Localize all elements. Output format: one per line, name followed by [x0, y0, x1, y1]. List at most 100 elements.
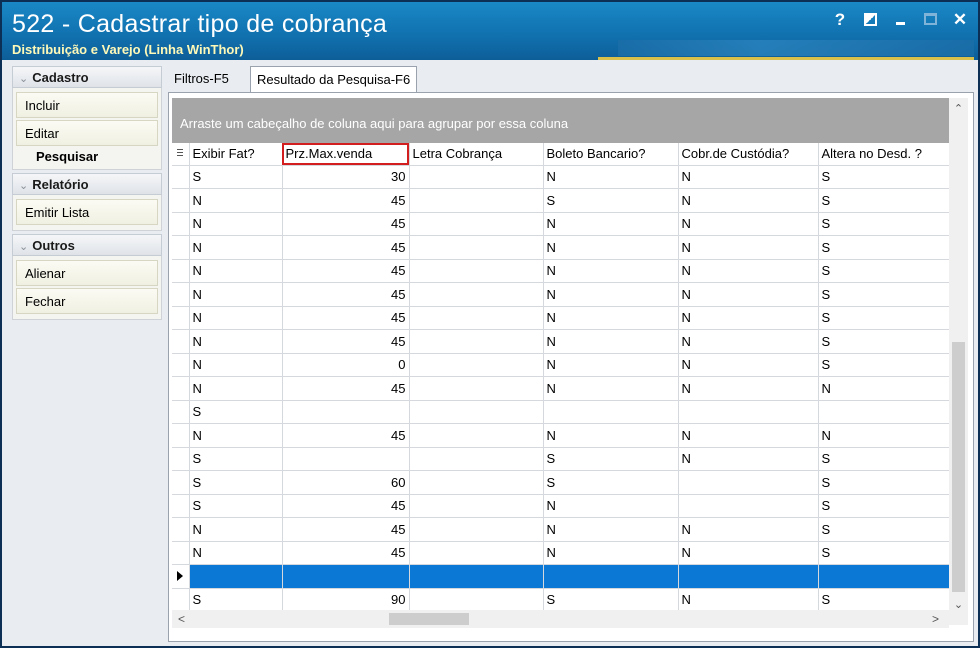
cell-boleto-bancario[interactable]: N [543, 517, 679, 542]
cell-prz-max-venda[interactable]: 0 [282, 353, 410, 377]
column-header-letra-cobranca[interactable]: Letra Cobrança [409, 143, 544, 166]
table-row[interactable]: SSNS [172, 447, 949, 471]
cell-letra-cobranca[interactable] [409, 353, 544, 377]
cell-boleto-bancario[interactable]: N [543, 259, 679, 283]
cell-prz-max-venda[interactable] [282, 564, 410, 589]
cell-exibir-fat[interactable]: N [189, 282, 283, 307]
table-row[interactable]: N 45 N N S [172, 259, 949, 283]
cell-exibir-fat[interactable]: N [189, 353, 283, 377]
cell-cobr-custodia[interactable]: N [678, 541, 819, 565]
cell-boleto-bancario[interactable]: N [543, 376, 679, 401]
cell-altera-desd[interactable]: S [818, 329, 949, 354]
cell-exibir-fat[interactable]: N [189, 259, 283, 283]
row-indicator[interactable] [172, 517, 190, 542]
cell-boleto-bancario[interactable]: S [543, 470, 679, 495]
cell-letra-cobranca[interactable] [409, 494, 544, 518]
column-header-exibir-fat[interactable]: Exibir Fat? [189, 143, 283, 166]
cell-exibir-fat[interactable] [189, 564, 283, 589]
scroll-down-icon[interactable]: ⌄ [949, 598, 968, 611]
cell-exibir-fat[interactable]: N [189, 517, 283, 542]
scroll-left-icon[interactable]: < [178, 610, 185, 628]
row-indicator[interactable] [172, 588, 190, 612]
cell-altera-desd[interactable]: S [818, 212, 949, 236]
cell-letra-cobranca[interactable] [409, 235, 544, 260]
cell-exibir-fat[interactable]: N [189, 329, 283, 354]
horizontal-scrollbar[interactable]: < > [172, 610, 949, 628]
table-row[interactable]: N 45 N N S [172, 329, 949, 354]
cell-letra-cobranca[interactable] [409, 165, 544, 189]
tab-resultado-pesquisa[interactable]: Resultado da Pesquisa-F6 [250, 66, 418, 93]
cell-cobr-custodia[interactable]: N [678, 282, 819, 307]
row-indicator[interactable] [172, 470, 190, 495]
cell-letra-cobranca[interactable] [409, 470, 544, 495]
row-indicator[interactable] [172, 353, 190, 377]
cell-exibir-fat[interactable]: S [189, 165, 283, 189]
cell-exibir-fat[interactable]: N [189, 376, 283, 401]
cell-prz-max-venda[interactable]: 45 [282, 517, 410, 542]
cell-boleto-bancario[interactable]: N [543, 165, 679, 189]
pesquisar-label[interactable]: Pesquisar [16, 148, 158, 166]
table-row[interactable]: N 45 N N S [172, 517, 949, 542]
table-row[interactable]: N 45 N N S [172, 212, 949, 236]
maximize-button[interactable] [920, 10, 940, 30]
cell-exibir-fat[interactable]: N [189, 541, 283, 565]
cell-letra-cobranca[interactable] [409, 541, 544, 565]
column-header-boleto-bancario[interactable]: Boleto Bancario? [543, 143, 679, 166]
row-indicator[interactable] [172, 564, 190, 589]
cell-boleto-bancario[interactable]: N [543, 541, 679, 565]
cell-altera-desd[interactable]: N [818, 423, 949, 448]
cell-cobr-custodia[interactable]: N [678, 447, 819, 471]
cell-boleto-bancario[interactable]: S [543, 188, 679, 213]
cell-boleto-bancario[interactable]: N [543, 235, 679, 260]
cell-letra-cobranca[interactable] [409, 376, 544, 401]
cell-letra-cobranca[interactable] [409, 329, 544, 354]
row-indicator[interactable] [172, 188, 190, 213]
vertical-scroll-thumb[interactable] [952, 342, 965, 592]
cell-exibir-fat[interactable]: S [189, 588, 283, 612]
cell-prz-max-venda[interactable]: 45 [282, 235, 410, 260]
cell-cobr-custodia[interactable]: N [678, 235, 819, 260]
cell-cobr-custodia[interactable]: N [678, 188, 819, 213]
row-indicator[interactable] [172, 541, 190, 565]
cell-altera-desd[interactable]: S [818, 541, 949, 565]
group-header-outros[interactable]: ⌄ Outros [12, 234, 162, 256]
row-indicator[interactable] [172, 282, 190, 307]
cell-letra-cobranca[interactable] [409, 188, 544, 213]
row-indicator[interactable] [172, 212, 190, 236]
emitir-lista-button[interactable]: Emitir Lista [16, 199, 158, 225]
horizontal-scroll-thumb[interactable] [389, 613, 469, 625]
row-indicator[interactable] [172, 447, 190, 471]
cell-altera-desd[interactable]: S [818, 517, 949, 542]
cell-exibir-fat[interactable]: S [189, 470, 283, 495]
cell-prz-max-venda[interactable]: 45 [282, 306, 410, 330]
cell-altera-desd[interactable]: S [818, 588, 949, 612]
table-row[interactable]: S 45 N S [172, 494, 949, 518]
scroll-right-icon[interactable]: > [932, 610, 939, 628]
cell-prz-max-venda[interactable]: 60 [282, 470, 410, 495]
editar-button[interactable]: Editar [16, 120, 158, 146]
close-button[interactable]: ✕ [950, 10, 970, 30]
cell-cobr-custodia[interactable]: N [678, 165, 819, 189]
cell-cobr-custodia[interactable]: N [678, 517, 819, 542]
cell-altera-desd[interactable] [818, 564, 949, 589]
cell-altera-desd[interactable]: S [818, 470, 949, 495]
row-indicator[interactable] [172, 494, 190, 518]
cell-cobr-custodia[interactable]: N [678, 423, 819, 448]
cell-cobr-custodia[interactable]: N [678, 376, 819, 401]
cell-prz-max-venda[interactable]: 45 [282, 212, 410, 236]
row-indicator[interactable] [172, 259, 190, 283]
cell-altera-desd[interactable]: S [818, 282, 949, 307]
tab-filtros[interactable]: Filtros-F5 [168, 66, 235, 92]
cell-boleto-bancario[interactable] [543, 564, 679, 589]
cell-letra-cobranca[interactable] [409, 447, 544, 471]
cell-cobr-custodia[interactable]: N [678, 329, 819, 354]
cell-cobr-custodia[interactable]: N [678, 306, 819, 330]
restore-button[interactable] [860, 10, 880, 30]
scroll-up-icon[interactable]: ⌃ [949, 102, 968, 115]
cell-letra-cobranca[interactable] [409, 282, 544, 307]
cell-altera-desd[interactable]: S [818, 235, 949, 260]
cell-boleto-bancario[interactable]: S [543, 447, 679, 471]
cell-prz-max-venda[interactable]: 90 [282, 588, 410, 612]
cell-prz-max-venda[interactable]: 45 [282, 423, 410, 448]
cell-letra-cobranca[interactable] [409, 306, 544, 330]
